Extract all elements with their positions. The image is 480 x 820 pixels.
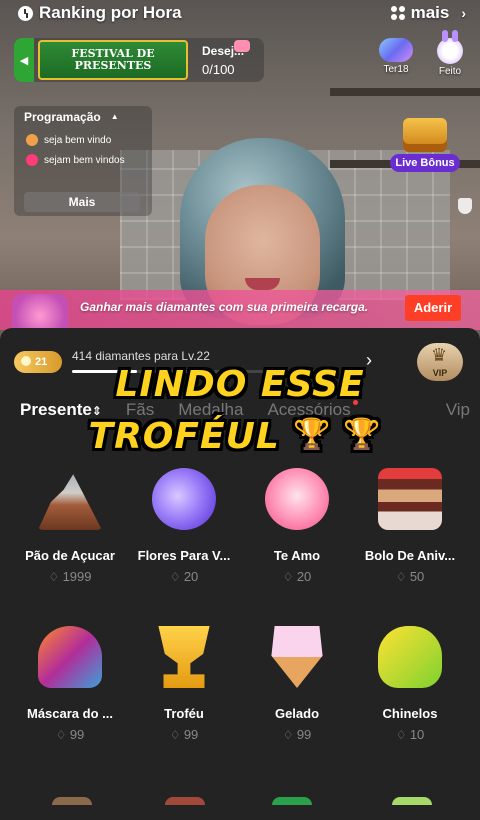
treasure-chest-icon [403, 118, 447, 152]
live-bonus-label: Live Bônus [390, 154, 460, 172]
schedule-item: sejam bem vindos [26, 154, 125, 166]
gift-price: 99 [124, 727, 244, 742]
bunny-icon [437, 30, 463, 64]
cake-icon [26, 134, 38, 146]
gift-item[interactable]: Te Amo 20 [237, 468, 357, 584]
gem-icon [379, 38, 413, 62]
caret-up-icon: ▲ [110, 112, 119, 121]
video-caption: LINDO ESSE TROFÉUL 🏆 🏆 [0, 360, 480, 462]
flower-bubble-icon [152, 468, 216, 530]
clock-icon [18, 5, 33, 21]
gift-heart-icon [234, 40, 250, 52]
join-button[interactable]: Aderir [405, 295, 461, 321]
caption-line-2: TROFÉUL 🏆 🏆 [88, 416, 382, 457]
ter-label: Ter18 [383, 64, 409, 75]
heart-bubble-icon [265, 468, 329, 530]
ranking-label: Ranking por Hora [39, 3, 182, 22]
chevron-right-icon: › [461, 5, 466, 21]
recharge-text: Ganhar mais diamantes com sua primeira r… [80, 300, 369, 314]
trophy-emoji: 🏆 🏆 [293, 417, 382, 452]
gift-pile-icon [12, 294, 68, 330]
shield-icon[interactable] [458, 198, 472, 214]
trophy-icon [158, 626, 210, 688]
gift-item[interactable]: Máscara do ... 99 [10, 626, 130, 742]
gift-item[interactable]: Gelado 99 [237, 626, 357, 742]
gift-price: 10 [350, 727, 470, 742]
gift-name: Bolo De Aniv... [364, 548, 456, 563]
schedule-panel: Programação ▲ seja bem vindo sejam bem v… [14, 106, 152, 216]
gift-price: 20 [124, 569, 244, 584]
live-bonus-button[interactable]: Live Bônus [390, 118, 460, 172]
live-icon [26, 154, 38, 166]
gift-item[interactable]: Flores Para V... 20 [124, 468, 244, 584]
ice-cream-icon [271, 626, 323, 688]
schedule-item: seja bem vindo [26, 134, 111, 146]
grid-icon [390, 6, 405, 20]
gift-name: Gelado [274, 706, 320, 721]
partial-gift-icon [272, 797, 312, 805]
gift-price: 1999 [10, 569, 130, 584]
hourly-ranking-button[interactable]: Ranking por Hora [18, 3, 182, 23]
gift-price: 99 [10, 727, 130, 742]
festival-title-line2: PRESENTES [74, 59, 152, 72]
done-badge[interactable]: Feito [430, 30, 470, 77]
caption-line-1: LINDO ESSE [115, 364, 365, 405]
gift-festival-banner[interactable]: ◀ FESTIVAL DE PRESENTES Desej... 0/100 [14, 38, 264, 82]
more-label: mais [410, 3, 450, 22]
ter-badge[interactable]: Ter18 [376, 38, 416, 75]
partial-gift-icon [392, 797, 432, 805]
schedule-more-button[interactable]: Mais [24, 192, 140, 212]
gift-item[interactable]: Bolo De Aniv... 50 [350, 468, 470, 584]
wish-count: 0/100 [202, 61, 235, 77]
gift-name: Troféu [164, 706, 204, 721]
gift-price: 50 [350, 569, 470, 584]
gift-name: Te Amo [273, 548, 321, 563]
cake-icon [378, 468, 442, 530]
chevron-left-icon[interactable]: ◀ [14, 38, 34, 82]
done-label: Feito [438, 66, 462, 77]
shelf [330, 88, 480, 96]
festival-card[interactable]: FESTIVAL DE PRESENTES [38, 40, 188, 80]
gift-name: Máscara do ... [27, 706, 113, 721]
sugarloaf-icon [38, 474, 102, 530]
gift-item[interactable]: Troféu 99 [124, 626, 244, 742]
carnival-mask-icon [38, 626, 102, 688]
flip-flops-icon [378, 626, 442, 688]
gift-item[interactable]: Pão de Açucar 1999 [10, 468, 130, 584]
gift-item[interactable]: Chinelos 10 [350, 626, 470, 742]
gift-name: Pão de Açucar [25, 548, 115, 563]
schedule-title[interactable]: Programação ▲ [24, 110, 119, 124]
gift-price: 20 [237, 569, 357, 584]
gift-price: 99 [237, 727, 357, 742]
partial-gift-icon [52, 797, 92, 805]
gift-name: Chinelos [382, 706, 438, 721]
gift-name: Flores Para V... [137, 548, 231, 563]
more-button[interactable]: mais › [390, 3, 466, 23]
partial-gift-icon [165, 797, 205, 805]
